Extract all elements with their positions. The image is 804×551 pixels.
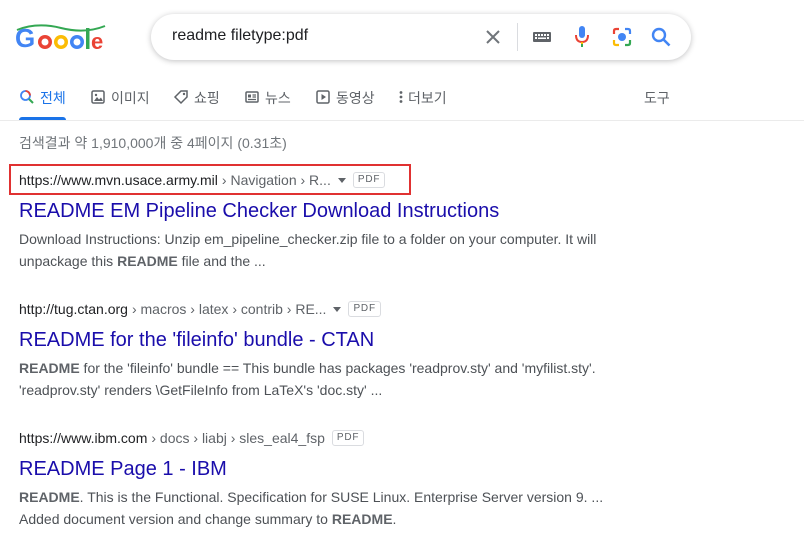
search-icon bbox=[20, 90, 34, 104]
snippet-text: . bbox=[392, 511, 397, 527]
result-breadcrumb: › docs › liabj › sles_eal4_fsp bbox=[151, 430, 325, 446]
search-result: http://tug.ctan.org › macros › latex › c… bbox=[19, 299, 619, 401]
snippet-text: Download Instructions: Unzip em_pipeline… bbox=[19, 231, 597, 269]
search-divider bbox=[517, 23, 518, 51]
tab-shopping[interactable]: 쇼핑 bbox=[173, 88, 220, 120]
result-snippet: README for the 'fileinfo' bundle == This… bbox=[19, 357, 619, 401]
result-breadcrumb: › Navigation › R... bbox=[221, 172, 331, 188]
snippet-keyword: README bbox=[331, 511, 393, 527]
result-url[interactable]: https://www.ibm.com › docs › liabj › sle… bbox=[19, 428, 619, 448]
snippet-keyword: README bbox=[117, 253, 178, 269]
snippet-keyword: README bbox=[19, 489, 80, 505]
result-snippet: README. This is the Functional. Specific… bbox=[19, 486, 619, 530]
svg-text:G: G bbox=[15, 23, 35, 53]
microphone-icon[interactable] bbox=[570, 25, 594, 49]
chevron-down-icon[interactable] bbox=[333, 306, 342, 312]
tools-label: 도구 bbox=[644, 90, 670, 106]
search-input[interactable]: readme filetype:pdf bbox=[172, 27, 308, 45]
tab-label: 동영상 bbox=[336, 90, 375, 106]
snippet-text: for the 'fileinfo' bundle == This bundle… bbox=[19, 360, 596, 398]
result-title-link[interactable]: README Page 1 - IBM bbox=[19, 456, 619, 482]
clear-icon[interactable] bbox=[481, 25, 505, 49]
keyboard-icon[interactable] bbox=[530, 25, 554, 49]
search-box[interactable]: readme filetype:pdf bbox=[151, 14, 691, 60]
play-icon bbox=[316, 90, 330, 104]
tab-label: 뉴스 bbox=[265, 90, 291, 106]
tab-label: 이미지 bbox=[111, 90, 150, 106]
tabs-divider bbox=[0, 120, 804, 121]
result-title-link[interactable]: README EM Pipeline Checker Download Inst… bbox=[19, 198, 619, 224]
result-breadcrumb: › macros › latex › contrib › RE... bbox=[131, 301, 327, 317]
result-stats: 검색결과 약 1,910,000개 중 4페이지 (0.31초) bbox=[19, 135, 287, 151]
tab-label: 쇼핑 bbox=[194, 90, 220, 106]
tab-label: 전체 bbox=[40, 90, 66, 106]
snippet-text: file and the ... bbox=[177, 253, 266, 269]
tab-label: 더보기 bbox=[408, 90, 447, 106]
result-title-link[interactable]: README for the 'fileinfo' bundle - CTAN bbox=[19, 327, 619, 353]
search-icon[interactable] bbox=[649, 25, 673, 49]
tab-more[interactable]: 더보기 bbox=[396, 88, 447, 120]
file-type-badge: PDF bbox=[348, 301, 381, 317]
file-type-badge: PDF bbox=[352, 172, 386, 188]
snippet-keyword: README bbox=[19, 360, 80, 376]
tag-icon bbox=[173, 90, 188, 105]
google-logo[interactable]: G e bbox=[15, 22, 107, 54]
svg-text:e: e bbox=[91, 29, 103, 54]
result-domain: https://www.mvn.usace.army.mil bbox=[19, 172, 218, 188]
more-vert-icon bbox=[399, 91, 403, 103]
search-result: https://www.mvn.usace.army.mil › Navigat… bbox=[19, 170, 619, 272]
result-domain: https://www.ibm.com bbox=[19, 430, 148, 446]
tab-all[interactable]: 전체 bbox=[19, 88, 66, 120]
news-icon bbox=[245, 91, 259, 103]
tab-news[interactable]: 뉴스 bbox=[244, 88, 291, 120]
result-domain: http://tug.ctan.org bbox=[19, 301, 128, 317]
tab-videos[interactable]: 동영상 bbox=[315, 88, 375, 120]
result-snippet: Download Instructions: Unzip em_pipeline… bbox=[19, 228, 619, 272]
search-tabs: 전체 이미지 쇼핑 뉴스 동영상 더보기 도구 bbox=[0, 80, 804, 120]
file-type-badge: PDF bbox=[331, 430, 365, 446]
tab-images[interactable]: 이미지 bbox=[90, 88, 150, 120]
chevron-down-icon[interactable] bbox=[337, 177, 346, 183]
snippet-text: . This is the Functional. Specification … bbox=[19, 489, 604, 527]
result-url[interactable]: https://www.mvn.usace.army.mil › Navigat… bbox=[19, 170, 619, 190]
image-icon bbox=[91, 90, 105, 104]
search-result: https://www.ibm.com › docs › liabj › sle… bbox=[19, 428, 619, 530]
camera-lens-icon[interactable] bbox=[610, 25, 634, 49]
tools-button[interactable]: 도구 bbox=[644, 88, 670, 120]
result-url[interactable]: http://tug.ctan.org › macros › latex › c… bbox=[19, 299, 619, 319]
